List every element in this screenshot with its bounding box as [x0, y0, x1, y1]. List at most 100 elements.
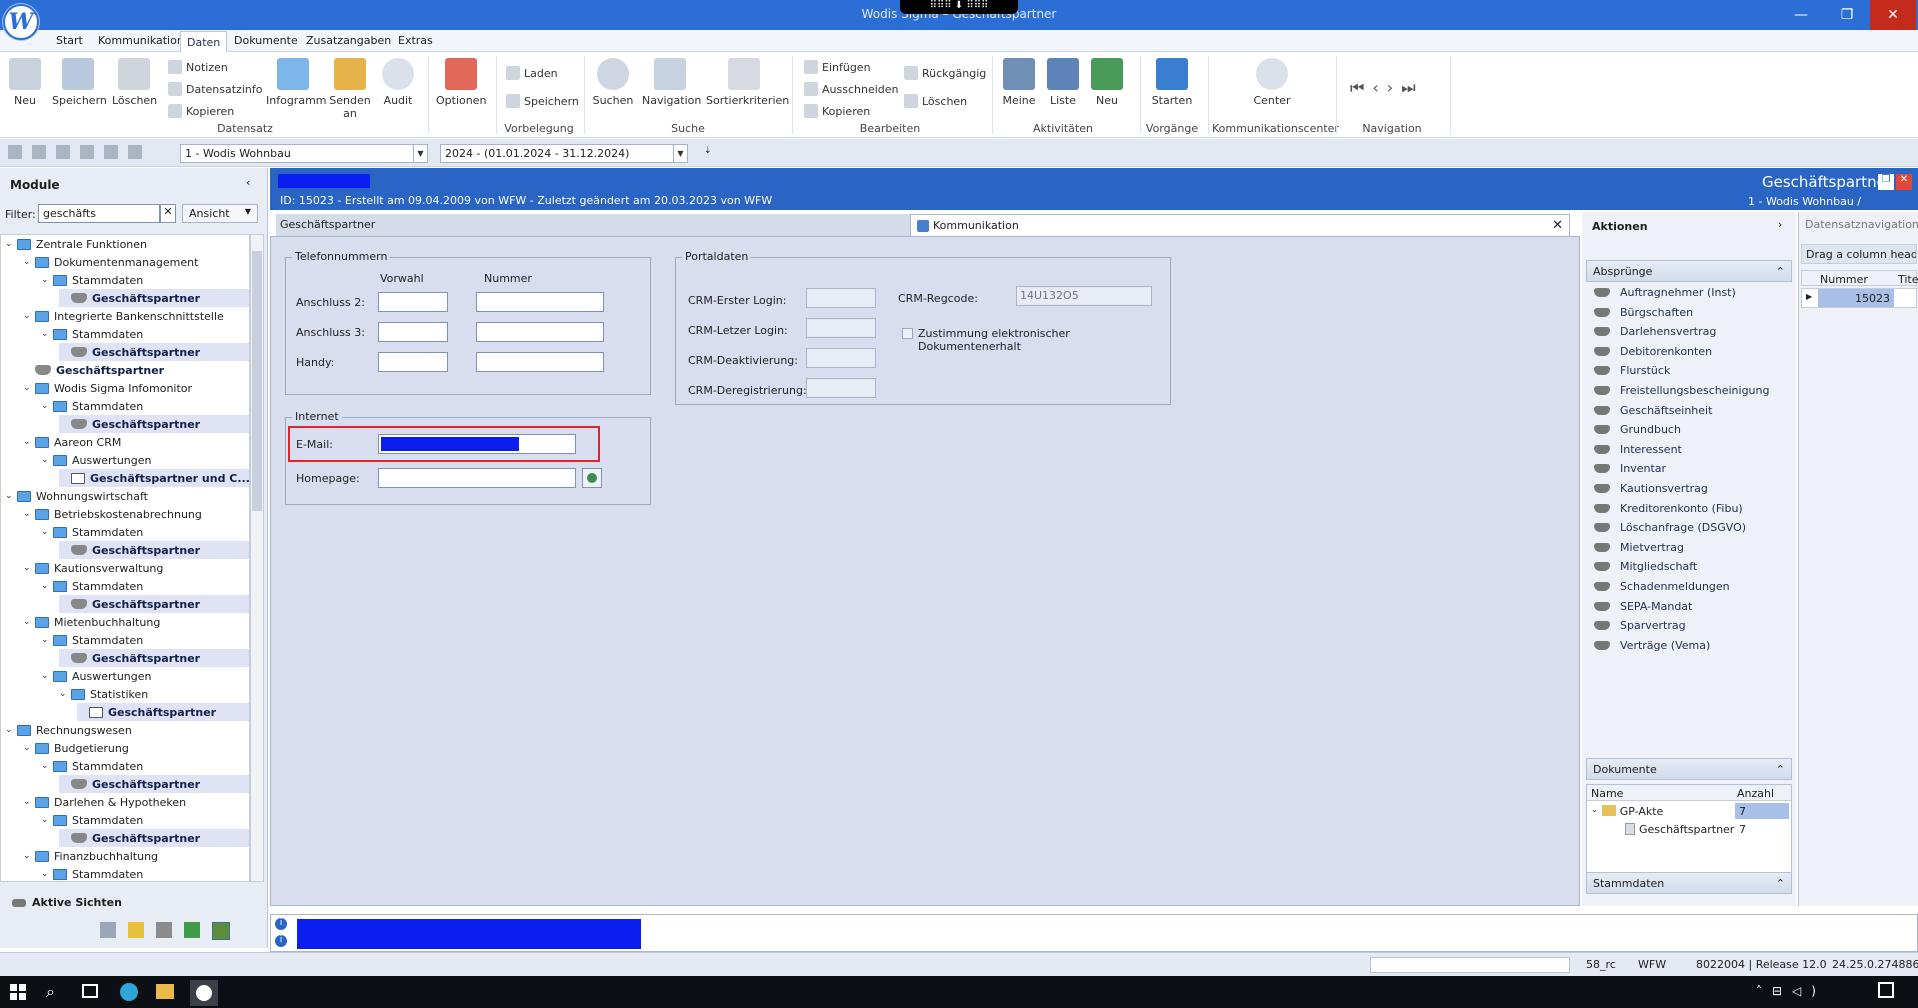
action-link[interactable]: Interessent — [1594, 443, 1682, 456]
restore-icon[interactable]: ❐ — [1824, 0, 1870, 30]
chevron-right-icon[interactable]: › — [1778, 218, 1782, 231]
crm-letzter-field[interactable] — [806, 318, 876, 338]
tree-item[interactable]: Geschäftspartner und C... — [59, 469, 249, 487]
chevron-down-icon[interactable]: ⌄ — [23, 311, 35, 321]
wodis-app-icon[interactable] — [190, 980, 218, 1006]
action-link[interactable]: Flurstück — [1594, 364, 1670, 377]
col-nummer[interactable]: Nummer — [1820, 273, 1868, 286]
ribbon-einfuegen-button[interactable]: Einfügen — [804, 60, 871, 74]
action-link[interactable]: Grundbuch — [1594, 423, 1681, 436]
chevron-down-icon[interactable]: ⌄ — [23, 851, 35, 861]
action-link[interactable]: Löschanfrage (DSGVO) — [1594, 521, 1746, 534]
task-view-icon[interactable] — [82, 984, 98, 998]
action-link[interactable]: Sparvertrag — [1594, 619, 1686, 632]
crm-deakt-field[interactable] — [806, 348, 876, 368]
star-icon[interactable] — [128, 922, 144, 938]
homepage-field[interactable] — [378, 468, 576, 488]
filter-input[interactable]: geschäfts — [38, 204, 160, 223]
chevron-down-icon[interactable]: ▼ — [673, 145, 687, 162]
crm-erster-field[interactable] — [806, 288, 876, 308]
menu-zusatzangaben[interactable]: Zusatzangaben — [306, 34, 391, 47]
clear-filter-icon[interactable]: ✕ — [160, 204, 176, 223]
tree-folder[interactable]: ⌄ Aareon CRM — [23, 433, 121, 451]
action-link[interactable]: Inventar — [1594, 462, 1666, 475]
tree-folder[interactable]: ⌄ Stammdaten — [41, 397, 143, 415]
chevron-down-icon[interactable]: ⌄ — [41, 527, 53, 537]
ribbon-sortierkriterien-button[interactable]: Sortierkriterien — [706, 58, 789, 107]
tree-item[interactable]: Geschäftspartner — [59, 415, 249, 433]
open-homepage-button[interactable] — [582, 468, 602, 488]
chevron-down-icon[interactable]: ⌄ — [41, 329, 53, 339]
close-window-icon[interactable]: ✕ — [1896, 174, 1912, 190]
ribbon-notizen-button[interactable]: Notizen — [168, 60, 228, 74]
action-link[interactable]: Auftragnehmer (Inst) — [1594, 286, 1736, 299]
ribbon-center-button[interactable]: Center — [1250, 58, 1294, 107]
handy-vorwahl-field[interactable] — [378, 352, 448, 372]
doc-row[interactable]: ⌄ GP-Akte — [1591, 805, 1663, 818]
tree-folder[interactable]: ⌄ Mietenbuchhaltung — [23, 613, 160, 631]
zustimmung-checkbox[interactable] — [902, 328, 913, 339]
menu-start[interactable]: Start — [56, 34, 83, 47]
tree-folder[interactable]: ⌄ Zentrale Funktionen — [5, 235, 147, 253]
tree-item[interactable]: Geschäftspartner — [59, 829, 249, 847]
status-release[interactable]: 8022004 | Release 12.0 — [1696, 958, 1827, 971]
tree-item[interactable]: Geschäftspartner — [59, 649, 249, 667]
monitor-icon[interactable] — [100, 922, 116, 938]
chevron-down-icon[interactable]: ⌄ — [1591, 805, 1598, 818]
tree-folder[interactable]: ⌄ Stammdaten — [41, 577, 143, 595]
ribbon-ausschneiden-button[interactable]: Ausschneiden — [804, 82, 899, 96]
tree-folder[interactable]: ⌄ Darlehen & Hypotheken — [23, 793, 186, 811]
explorer-icon[interactable] — [156, 984, 174, 999]
close-tab-icon[interactable]: ✕ — [1552, 218, 1563, 233]
ribbon-audit-button[interactable]: Audit — [380, 58, 416, 107]
remote-session-grip[interactable]: ⠿⠿⠿ ⬇ ⠿⠿⠿ — [900, 0, 1018, 14]
tree-scrollbar[interactable] — [250, 234, 264, 882]
crm-dereg-field[interactable] — [806, 378, 876, 398]
tree-folder[interactable]: ⌄ Wohnungswirtschaft — [5, 487, 148, 505]
chevron-down-icon[interactable]: ⌄ — [5, 239, 17, 249]
tree-folder[interactable]: ⌄ Kautionsverwaltung — [23, 559, 163, 577]
ribbon-loeschen-button[interactable]: Löschen — [112, 58, 157, 107]
scroll-thumb[interactable] — [252, 251, 262, 511]
tree-folder[interactable]: ⌄ Stammdaten — [41, 757, 143, 775]
ribbon-optionen-button[interactable]: Optionen — [436, 58, 486, 107]
period-select[interactable]: 2024 - (01.01.2024 - 31.12.2024) ▼ — [440, 144, 688, 163]
tree-item[interactable]: Geschäftspartner — [59, 343, 249, 361]
tree-folder[interactable]: ⌄ Dokumentenmanagement — [23, 253, 198, 271]
action-link[interactable]: Kautionsvertrag — [1594, 482, 1708, 495]
close-icon[interactable]: ✕ — [1870, 0, 1916, 30]
group-by-area[interactable]: Drag a column heade — [1801, 244, 1917, 264]
delete-icon[interactable] — [56, 145, 70, 159]
tree-folder[interactable]: ⌄ Auswertungen — [41, 667, 152, 685]
record-nav-arrows[interactable]: ⏮‹›⏭ — [1350, 78, 1424, 98]
tree-folder[interactable]: ⌄ Auswertungen — [41, 451, 152, 469]
ribbon-liste-button[interactable]: Liste — [1044, 58, 1082, 107]
tree-folder[interactable]: ⌄ Stammdaten — [41, 865, 143, 881]
action-link[interactable]: Kreditorenkonto (Fibu) — [1594, 502, 1743, 515]
handy-nummer-field[interactable] — [476, 352, 604, 372]
ribbon-infogramm-button[interactable]: Infogramm — [266, 58, 327, 107]
chevron-down-icon[interactable]: ⌄ — [41, 815, 53, 825]
search-icon[interactable] — [80, 145, 94, 159]
tree-item[interactable]: Geschäftspartner — [77, 703, 249, 721]
absprunge-header[interactable]: Absprünge ⌃ — [1586, 260, 1792, 282]
chevron-down-icon[interactable]: ⌄ — [23, 743, 35, 753]
action-link[interactable]: Darlehensvertrag — [1594, 325, 1716, 338]
tree-item[interactable]: Geschäftspartner — [59, 595, 249, 613]
table-row[interactable]: ▶ 15023 — [1801, 288, 1917, 308]
ribbon-kopieren-record-button[interactable]: Kopieren — [168, 104, 234, 118]
tree-item[interactable]: Geschäftspartner — [59, 289, 249, 307]
notification-icon[interactable] — [1878, 982, 1894, 998]
chevron-down-icon[interactable]: ▼ — [413, 145, 427, 162]
menu-extras[interactable]: Extras — [398, 34, 433, 47]
anschluss3-vorwahl-field[interactable] — [378, 322, 448, 342]
doc-row[interactable]: Geschäftspartner — [1625, 823, 1734, 836]
navigation-icon[interactable] — [104, 145, 118, 159]
views-active-icon[interactable] — [212, 922, 230, 940]
add-icon[interactable] — [8, 145, 22, 159]
save-icon[interactable] — [32, 145, 46, 159]
ribbon-laden-button[interactable]: Laden — [506, 66, 558, 80]
app-logo[interactable]: W — [3, 4, 39, 40]
tree-folder[interactable]: ⌄ Wodis Sigma Infomonitor — [23, 379, 192, 397]
chevron-down-icon[interactable]: ⌄ — [41, 635, 53, 645]
